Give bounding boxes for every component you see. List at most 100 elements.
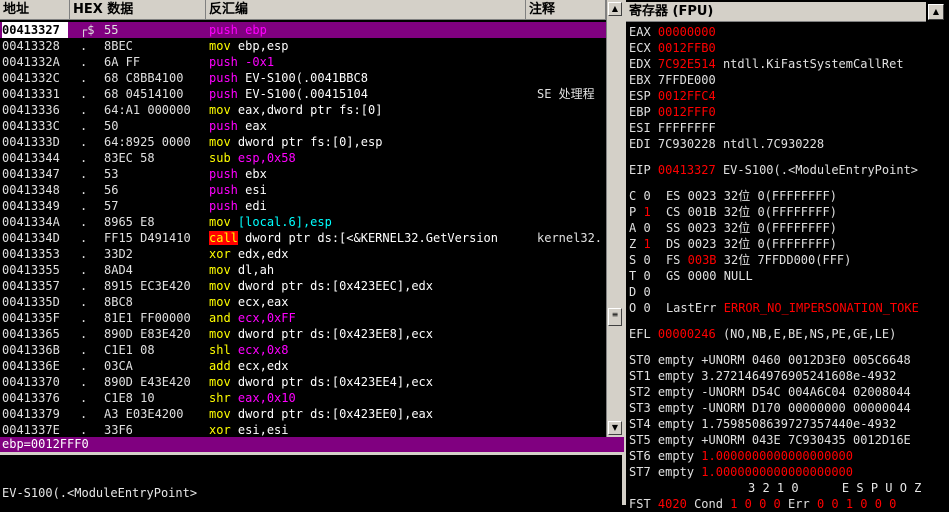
operands: dl,ah	[237, 263, 275, 277]
fpu-register-st4[interactable]: ST4 empty 1.7598508639727357440e-4932	[629, 416, 896, 432]
disasm-marker: .	[80, 327, 88, 341]
mnemonic: call	[209, 231, 238, 245]
fpu-register-st5[interactable]: ST5 empty +UNORM 043E 7C930435 0012D16E	[629, 432, 911, 448]
registers-scroll-up-button[interactable]: ▲	[928, 4, 944, 20]
fpu-register-st3[interactable]: ST3 empty -UNORM D170 00000000 00000044	[629, 400, 911, 416]
flag-row[interactable]: Z 1 DS 0023 32位 0(FFFFFFFF)	[629, 236, 837, 252]
pane-separator[interactable]	[622, 0, 626, 505]
disasm-marker: .	[80, 167, 88, 181]
operands: ecx,edx	[237, 359, 289, 373]
operands: dword ptr ds:[0x423EE8],ecx	[237, 327, 433, 341]
disasm-row[interactable]: 00413331. 68 04514100 push EV-S100(.004151…	[0, 86, 606, 102]
disasm-hex: 8BEC	[104, 39, 133, 53]
scroll-thumb[interactable]: ≡	[608, 308, 622, 326]
register-edx[interactable]: EDX 7C92E514 ntdll.KiFastSystemCallRet	[629, 56, 904, 72]
register-eax[interactable]: EAX 00000000	[629, 24, 716, 40]
disasm-row[interactable]: 00413376. C1E8 10 shr eax,0x10	[0, 390, 606, 406]
flag-row[interactable]: S 0 FS 003B 32位 7FFDD000(FFF)	[629, 252, 851, 268]
register-ebx[interactable]: EBX 7FFDE000	[629, 72, 716, 88]
disasm-comment	[537, 310, 605, 326]
disasm-header-disassembly[interactable]: 反汇编	[206, 0, 526, 20]
disasm-comment	[537, 102, 605, 118]
disasm-address: 0041336E	[2, 359, 60, 373]
fpu-register-st1[interactable]: ST1 empty 3.2721464976905241608e-4932	[629, 368, 896, 384]
disasm-header-hex[interactable]: HEX 数据	[70, 0, 206, 20]
disasm-hex: 68 C8BB4100	[104, 71, 184, 85]
disasm-row[interactable]: 0041332C. 68 C8BB4100 push EV-S100(.0041BB…	[0, 70, 606, 86]
flag-row[interactable]: C 0 ES 0023 32位 0(FFFFFFFF)	[629, 188, 837, 204]
mnemonic: push	[209, 71, 238, 85]
register-esi[interactable]: ESI FFFFFFFF	[629, 120, 716, 136]
disasm-row[interactable]: 0041332A. 6A FF push -0x1	[0, 54, 606, 70]
register-esp[interactable]: ESP 0012FFC4	[629, 88, 716, 104]
segment-bits: 32位	[723, 221, 751, 235]
flag-row[interactable]: D 0	[629, 284, 659, 300]
disasm-row[interactable]: 00413370. 890D E43E420 mov dword ptr ds:[0…	[0, 374, 606, 390]
register-ebp[interactable]: EBP 0012FFF0	[629, 104, 716, 120]
fpu-register-content: empty	[657, 449, 695, 463]
scroll-down-arrow-icon[interactable]: ▼	[608, 421, 622, 435]
disasm-row[interactable]: 00413353. 33D2 xor edx,edx	[0, 246, 606, 262]
disasm-instruction: mov eax,dword ptr fs:[0]	[209, 102, 526, 118]
fpu-register-st6[interactable]: ST6 empty 1.0000000000000000000	[629, 448, 853, 464]
disasm-marker: .	[80, 279, 88, 293]
disasm-row[interactable]: 0041335F. 81E1 FF00000 and ecx,0xFF	[0, 310, 606, 326]
fpu-register-st7[interactable]: ST7 empty 1.0000000000000000000	[629, 464, 853, 480]
disasm-row[interactable]: 00413347. 53 push ebx	[0, 166, 606, 182]
disasm-hex: 890D E83E420	[104, 327, 191, 341]
disasm-address: 00413365	[2, 327, 60, 341]
flag-value: 0	[643, 301, 651, 315]
register-edi[interactable]: EDI 7C930228 ntdll.7C930228	[629, 136, 824, 152]
disasm-row[interactable]: 00413328. 8BEC mov ebp,esp	[0, 38, 606, 54]
disasm-scrollbar[interactable]: ▲ ≡ ▼	[606, 0, 622, 437]
mnemonic: mov	[209, 215, 231, 229]
disasm-row[interactable]: 0041333D. 64:8925 0000 mov dword ptr fs:[0…	[0, 134, 606, 150]
disasm-marker: ┌$	[80, 23, 95, 37]
disasm-row[interactable]: 0041334A. 8965 E8 mov [local.6],esp	[0, 214, 606, 230]
flag-row[interactable]: A 0 SS 0023 32位 0(FFFFFFFF)	[629, 220, 837, 236]
flag-row[interactable]: P 1 CS 001B 32位 0(FFFFFFFF)	[629, 204, 837, 220]
disasm-row[interactable]: 00413365. 890D E83E420 mov dword ptr ds:[0…	[0, 326, 606, 342]
info-separator[interactable]	[0, 452, 622, 455]
disasm-marker: .	[80, 343, 88, 357]
register-ecx[interactable]: ECX 0012FFB0	[629, 40, 716, 56]
disasm-row[interactable]: 00413355. 8AD4 mov dl,ah	[0, 262, 606, 278]
disasm-address: 00413370	[2, 375, 60, 389]
scroll-up-arrow-icon[interactable]: ▲	[608, 2, 622, 16]
mnemonic: push	[209, 55, 238, 69]
registers-title: 寄存器 (FPU)	[626, 2, 926, 22]
mnemonic: mov	[209, 295, 231, 309]
disasm-hex: 68 04514100	[104, 87, 184, 101]
disasm-instruction: push ebp	[209, 22, 526, 38]
disasm-row[interactable]: 0041337E. 33F6 xor esi,esi	[0, 422, 606, 437]
disasm-row[interactable]: 00413344. 83EC 58 sub esp,0x58	[0, 150, 606, 166]
disasm-marker: .	[80, 295, 88, 309]
disasm-header-comment[interactable]: 注释	[526, 0, 606, 20]
disasm-header-address[interactable]: 地址	[0, 0, 70, 20]
disasm-row[interactable]: 00413327 ┌$ 55 push ebp	[0, 22, 606, 38]
register-fst[interactable]: FST 4020 Cond 1 0 0 0 Err 0 0 1 0 0 0	[629, 496, 896, 512]
register-eip[interactable]: EIP 00413327 EV-S100(.<ModuleEntryPoint>	[629, 162, 918, 178]
disasm-row[interactable]: 0041336B. C1E1 08 shl ecx,0x8	[0, 342, 606, 358]
disasm-row[interactable]: 00413348. 56 push esi	[0, 182, 606, 198]
operands: dword ptr ds:[0x423EE0],eax	[237, 407, 433, 421]
disasm-row[interactable]: 0041333C. 50 push eax	[0, 118, 606, 134]
disasm-instruction: mov dword ptr ds:[0x423EE4],ecx	[209, 374, 526, 390]
flag-row[interactable]: T 0 GS 0000 NULL	[629, 268, 753, 284]
disasm-row[interactable]: 0041334D. FF15 D491410 call dword ptr ds:[…	[0, 230, 606, 246]
disasm-row[interactable]: 0041336E. 03CA add ecx,edx	[0, 358, 606, 374]
disasm-marker: .	[80, 55, 88, 69]
disasm-row[interactable]: 00413357. 8915 EC3E420 mov dword ptr ds:[0…	[0, 278, 606, 294]
register-efl[interactable]: EFL 00000246 (NO,NB,E,BE,NS,PE,GE,LE)	[629, 326, 896, 342]
fpu-register-st0[interactable]: ST0 empty +UNORM 0460 0012D3E0 005C6648	[629, 352, 911, 368]
flag-name: O	[629, 301, 637, 315]
disasm-row[interactable]: 0041335D. 8BC8 mov ecx,eax	[0, 294, 606, 310]
fpu-register-st2[interactable]: ST2 empty -UNORM D54C 004A6C04 02008044	[629, 384, 911, 400]
disasm-row[interactable]: 00413336. 64:A1 000000 mov eax,dword ptr f…	[0, 102, 606, 118]
disasm-row[interactable]: 00413349. 57 push edi	[0, 198, 606, 214]
lasterr-row[interactable]: O 0 LastErr ERROR_NO_IMPERSONATION_TOKE	[629, 300, 919, 316]
disasm-row[interactable]: 00413379. A3 E03E4200 mov dword ptr ds:[0x…	[0, 406, 606, 422]
segment-selector: 0023	[687, 221, 717, 235]
register-value: FFFFFFFF	[657, 121, 716, 135]
disassembly-pane[interactable]: 00413327 ┌$ 55 push ebp 00413328. 8BEC mov ebp…	[0, 22, 606, 437]
